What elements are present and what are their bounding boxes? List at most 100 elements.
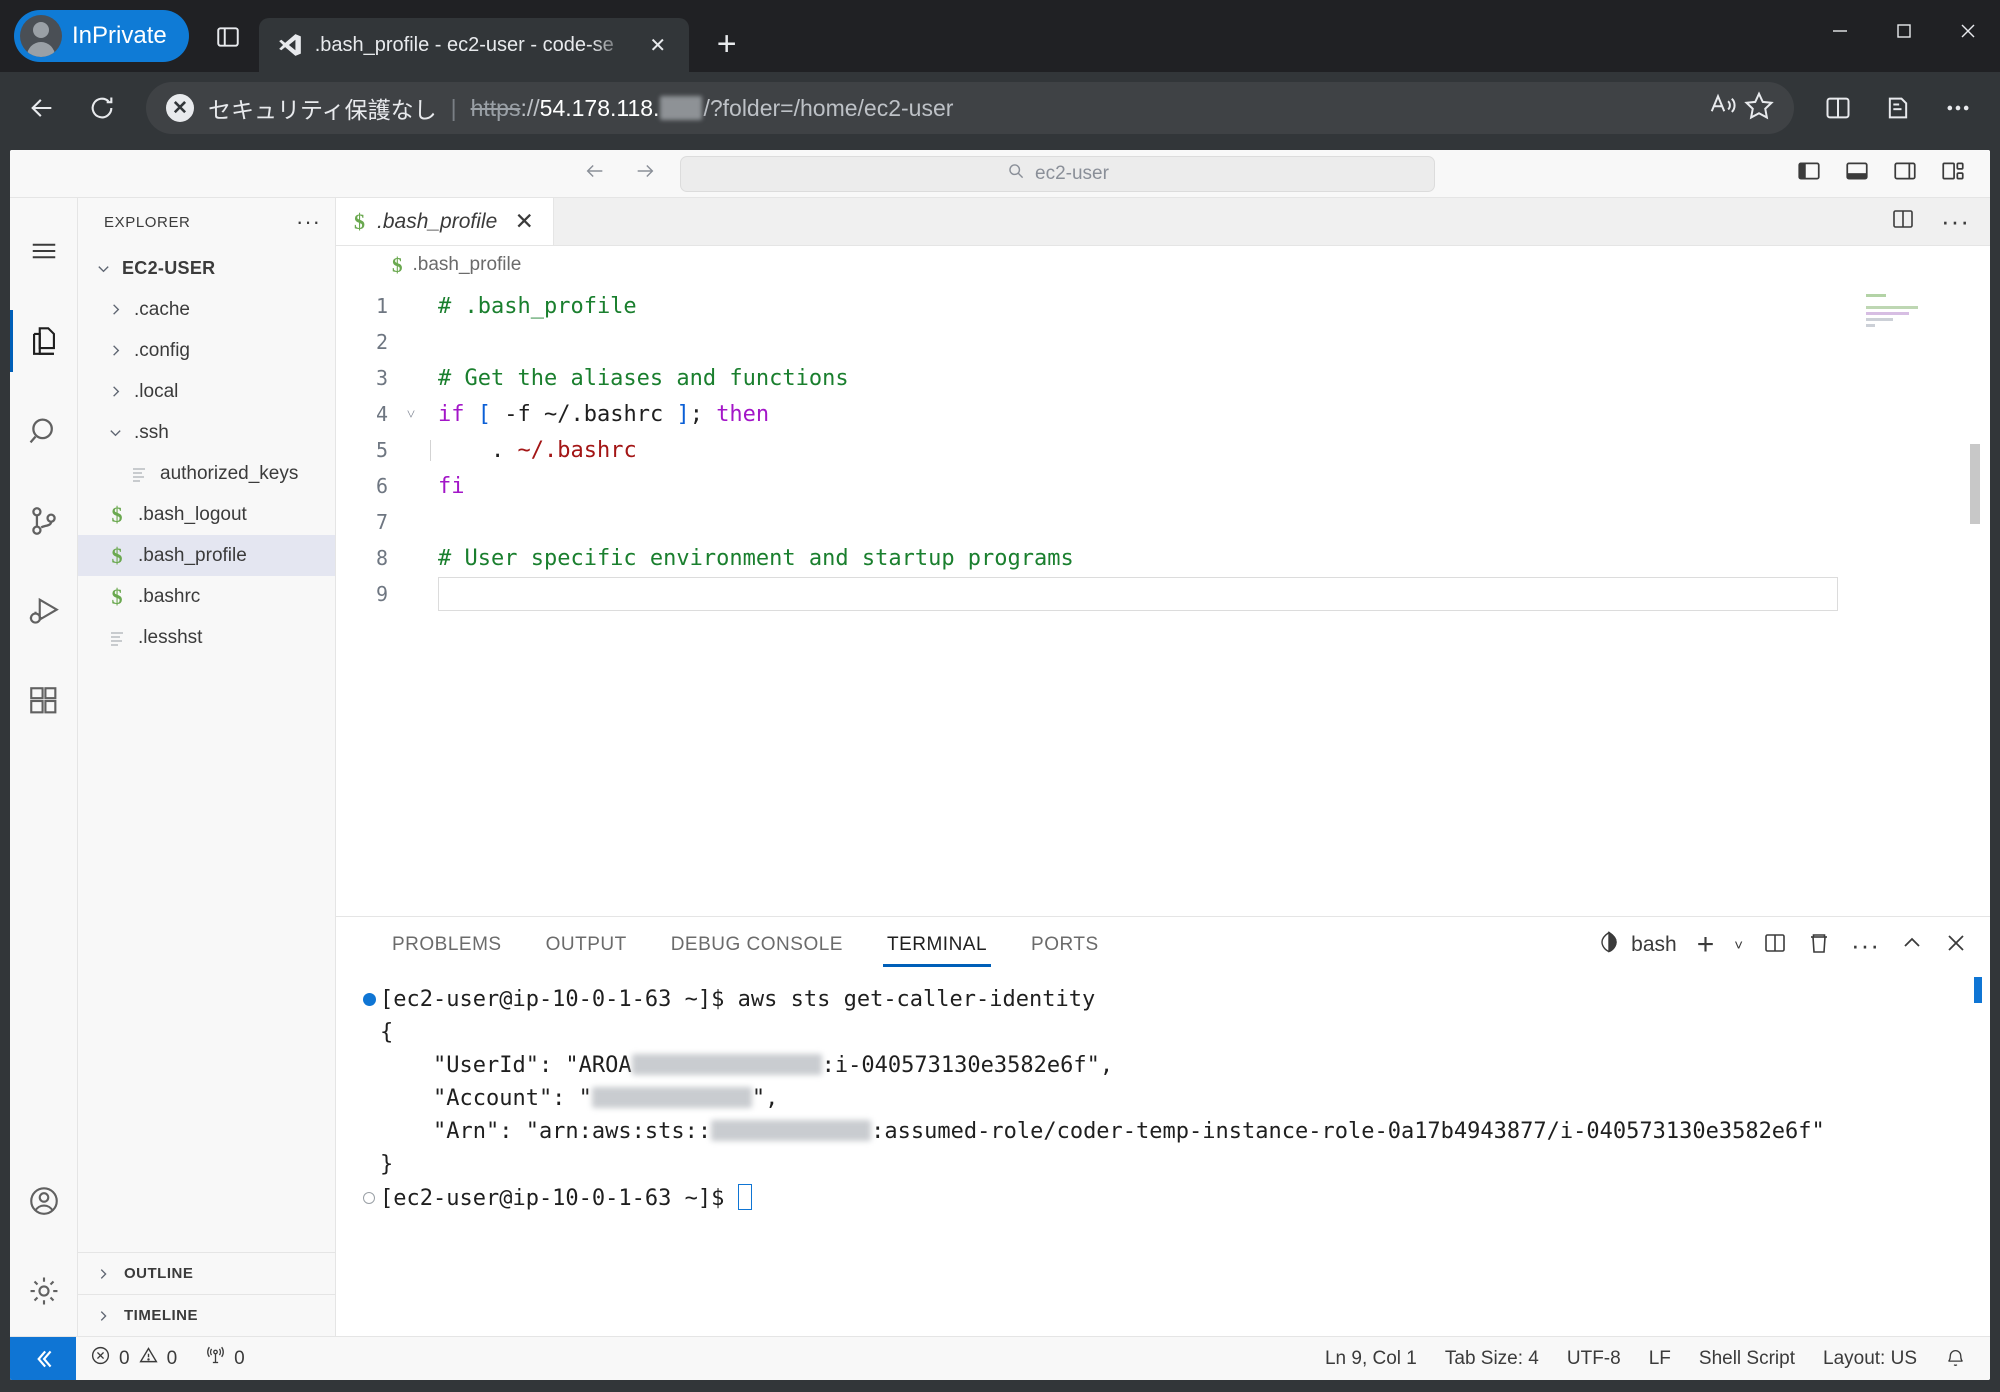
- chevron-right-icon[interactable]: [104, 343, 126, 358]
- account-icon[interactable]: [10, 1156, 78, 1246]
- sidebar-item-extensions[interactable]: [10, 656, 78, 746]
- minimize-icon[interactable]: [1808, 0, 1872, 62]
- tab-actions-button[interactable]: [205, 14, 251, 60]
- editor-tab-bash-profile[interactable]: $ .bash_profile ✕: [336, 198, 555, 245]
- panel-tab-ports[interactable]: PORTS: [1009, 917, 1121, 973]
- breadcrumb[interactable]: $ .bash_profile: [336, 246, 1990, 284]
- chevron-right-icon[interactable]: [92, 1309, 114, 1323]
- command-marker: [358, 993, 380, 1006]
- maximize-icon[interactable]: [1872, 0, 1936, 62]
- file-tree-item-local[interactable]: .local: [78, 371, 335, 412]
- terminal-scrollbar[interactable]: [1972, 977, 1984, 1336]
- file-tree-item-bash-profile[interactable]: $ .bash_profile: [78, 535, 335, 576]
- security-status-text: セキュリティ保護なし: [208, 97, 437, 123]
- sidebar-item-search[interactable]: [10, 386, 78, 476]
- file-tree-item-config[interactable]: .config: [78, 330, 335, 371]
- file-tree-item-lesshst[interactable]: .lesshst: [78, 617, 335, 658]
- collections-button[interactable]: [1872, 82, 1924, 134]
- sidebar-title: EXPLORER ···: [78, 198, 335, 246]
- toggle-panel-icon[interactable]: [1844, 158, 1870, 189]
- code-editor[interactable]: 1 # .bash_profile 2 3 # Get the aliases and …: [336, 284, 1990, 916]
- panel-tab-problems[interactable]: PROBLEMS: [370, 917, 524, 973]
- file-tree-root[interactable]: EC2-USER: [78, 248, 335, 289]
- browser-settings-button[interactable]: [1932, 82, 1984, 134]
- status-tab-size-4[interactable]: Tab Size: 4: [1431, 1337, 1553, 1381]
- sidebar-section-timeline[interactable]: TIMELINE: [78, 1294, 335, 1336]
- status-shell-script[interactable]: Shell Script: [1685, 1337, 1809, 1381]
- address-bar[interactable]: ✕ セキュリティ保護なし | https://54.178.118. /?fold…: [146, 82, 1794, 134]
- chevron-up-icon[interactable]: [1900, 931, 1924, 960]
- status-ports[interactable]: 0: [191, 1337, 259, 1381]
- text-file-icon: [104, 628, 130, 648]
- chevron-right-icon[interactable]: [104, 302, 126, 317]
- toggle-primary-sidebar-icon[interactable]: [1796, 158, 1822, 189]
- close-icon[interactable]: [1944, 931, 1968, 960]
- terminal-shell-selector[interactable]: bash: [1597, 930, 1677, 960]
- editor-scrollbar[interactable]: [1966, 284, 1984, 916]
- close-icon[interactable]: [1936, 0, 2000, 62]
- hamburger-icon[interactable]: [10, 206, 78, 296]
- close-icon[interactable]: ✕: [509, 208, 539, 235]
- file-tree-label: .ssh: [134, 421, 169, 443]
- file-tree-item-cache[interactable]: .cache: [78, 289, 335, 330]
- status-utf-8[interactable]: UTF-8: [1553, 1337, 1635, 1381]
- layout-controls: [1796, 158, 1976, 189]
- sidebar-item-explorer[interactable]: [10, 296, 78, 386]
- bell-icon[interactable]: [1931, 1337, 1980, 1381]
- sidebar-section-outline[interactable]: OUTLINE: [78, 1252, 335, 1294]
- warning-icon: [138, 1345, 159, 1372]
- inprivate-badge[interactable]: InPrivate: [14, 10, 189, 62]
- back-arrow-icon[interactable]: [584, 160, 606, 187]
- gear-icon[interactable]: [10, 1246, 78, 1336]
- line-number: 2: [375, 330, 388, 354]
- panel-tab-terminal[interactable]: TERMINAL: [865, 917, 1009, 973]
- terminal-output[interactable]: [ec2-user@ip-10-0-1-63 ~]$ aws sts get-c…: [336, 973, 1990, 1336]
- split-terminal-icon[interactable]: [1763, 931, 1787, 960]
- read-aloud-icon[interactable]: [1708, 90, 1738, 126]
- sidebar-item-source-control[interactable]: [10, 476, 78, 566]
- remote-window-icon[interactable]: [10, 1336, 76, 1380]
- editor-more-actions[interactable]: ···: [1941, 206, 1970, 237]
- file-tree-item-ssh[interactable]: .ssh: [78, 412, 335, 453]
- chevron-down-icon[interactable]: [104, 425, 126, 440]
- status-lf[interactable]: LF: [1635, 1337, 1685, 1381]
- chevron-right-icon[interactable]: [92, 1267, 114, 1281]
- panel-more-actions[interactable]: ···: [1851, 930, 1880, 961]
- close-icon[interactable]: ✕: [641, 28, 675, 62]
- command-center[interactable]: ec2-user: [680, 155, 1435, 192]
- reload-button[interactable]: [76, 82, 128, 134]
- chevron-down-icon[interactable]: [92, 261, 114, 276]
- line-number: 4: [375, 402, 388, 426]
- fold-indicator[interactable]: ˅: [396, 405, 426, 424]
- browser-tab[interactable]: .bash_profile - ec2-user - code-se ✕: [258, 18, 689, 72]
- code-line: 6 fi: [336, 468, 1990, 504]
- toggle-secondary-sidebar-icon[interactable]: [1892, 158, 1918, 189]
- file-tree-item-bashrc[interactable]: $ .bashrc: [78, 576, 335, 617]
- panel-tab-debug-console[interactable]: DEBUG CONSOLE: [649, 917, 865, 973]
- back-button[interactable]: [16, 82, 68, 134]
- chevron-down-icon[interactable]: ˅: [1734, 937, 1743, 954]
- split-screen-button[interactable]: [1812, 82, 1864, 134]
- status-layout-us[interactable]: Layout: US: [1809, 1337, 1931, 1381]
- split-editor-icon[interactable]: [1891, 207, 1915, 236]
- panel-tab-output[interactable]: OUTPUT: [524, 917, 649, 973]
- chevron-right-icon[interactable]: [104, 384, 126, 399]
- new-tab-button[interactable]: +: [703, 20, 751, 68]
- new-terminal-button[interactable]: +: [1697, 930, 1715, 960]
- sidebar-item-run-and-debug[interactable]: [10, 566, 78, 656]
- forward-arrow-icon[interactable]: [634, 160, 656, 187]
- sidebar-more-actions[interactable]: ···: [296, 209, 321, 235]
- status-ln-9-col-1[interactable]: Ln 9, Col 1: [1311, 1337, 1431, 1381]
- trash-icon[interactable]: [1807, 931, 1831, 960]
- code-lines: 1 # .bash_profile 2 3 # Get the aliases and …: [336, 284, 1990, 612]
- shell-file-icon: $: [392, 252, 403, 277]
- status-problems[interactable]: 0 0: [76, 1337, 191, 1381]
- minimap[interactable]: [1866, 294, 1956, 334]
- customize-layout-icon[interactable]: [1940, 158, 1966, 189]
- file-tree-item-bash-logout[interactable]: $ .bash_logout: [78, 494, 335, 535]
- favorite-star-icon[interactable]: [1744, 90, 1774, 126]
- code-line: 4 ˅ if [ -f ~/.bashrc ]; then: [336, 396, 1990, 432]
- editor-tab-label: .bash_profile: [377, 209, 498, 233]
- line-number: 8: [375, 546, 388, 570]
- file-tree-item-authorized-keys[interactable]: authorized_keys: [78, 453, 335, 494]
